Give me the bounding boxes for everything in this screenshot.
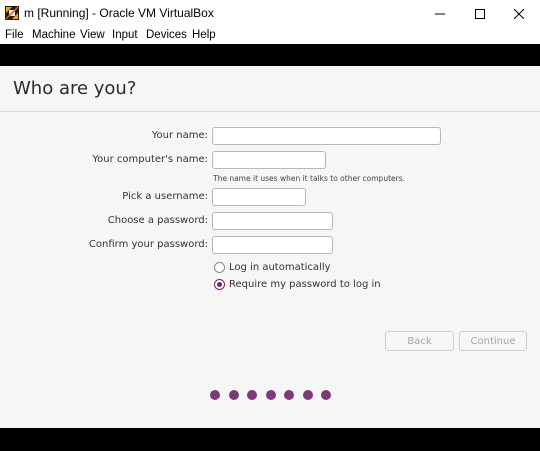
menu-input[interactable]: Input [112,29,138,41]
minimize-icon [435,13,445,14]
login-automatically-label: Log in automatically [229,262,331,273]
password-input[interactable] [212,212,333,230]
maximize-button[interactable] [461,0,499,27]
progress-dots [210,390,340,401]
virtualbox-icon [5,6,19,20]
progress-dot [210,390,220,400]
computer-name-input[interactable] [212,151,326,169]
menu-file[interactable]: File [5,29,24,41]
guest-top-bar [0,44,540,66]
progress-dot [321,390,331,400]
progress-dot [302,390,313,400]
confirm-password-input[interactable] [212,236,333,254]
menu-view[interactable]: View [80,29,105,41]
maximize-icon [475,8,485,19]
progress-dot [265,390,276,400]
progress-dot [228,390,239,400]
menu-devices[interactable]: Devices [146,29,187,41]
installer-window: Who are you? Your name: Your computer's … [0,66,540,428]
confirm-password-label: Confirm your password: [88,239,208,250]
menu-help[interactable]: Help [192,29,216,41]
require-password-label: Require my password to log in [229,279,381,290]
progress-dot [247,390,257,400]
window-title: m [Running] - Oracle VM VirtualBox [24,6,214,20]
installer-header: Who are you? [0,66,540,112]
progress-dot [284,390,294,400]
computer-name-hint: The name it uses when it talks to other … [213,174,406,183]
username-input[interactable] [212,188,306,206]
close-icon [514,8,524,19]
password-label: Choose a password: [107,215,208,226]
computer-name-label: Your computer's name: [92,154,208,165]
your-name-input[interactable] [212,127,441,145]
guest-bottom-bar [0,428,540,451]
page-title: Who are you? [13,78,137,99]
require-password-radio[interactable] [214,279,225,290]
login-automatically-option[interactable]: Log in automatically [214,261,331,274]
minimize-button[interactable] [421,0,459,27]
window-titlebar: m [Running] - Oracle VM VirtualBox [0,0,540,27]
back-button[interactable]: Back [385,331,454,351]
username-label: Pick a username: [122,191,208,202]
your-name-label: Your name: [151,130,208,141]
menu-machine[interactable]: Machine [32,29,75,41]
close-button[interactable] [500,0,538,27]
menubar: File Machine View Input Devices Help [0,27,540,44]
continue-button[interactable]: Continue [459,331,527,351]
login-automatically-radio[interactable] [214,262,225,273]
require-password-option[interactable]: Require my password to log in [214,278,381,291]
